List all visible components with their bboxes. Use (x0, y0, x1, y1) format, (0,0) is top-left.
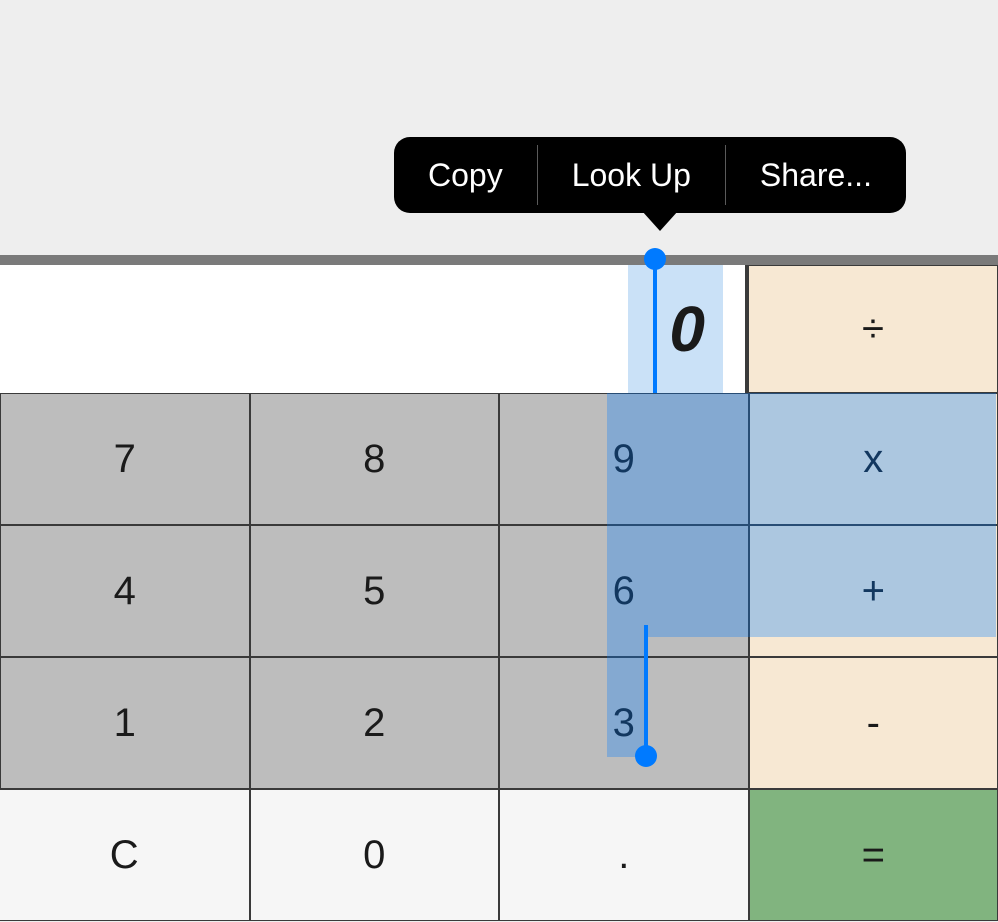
keypad: 7 8 9 x 4 5 6 + 1 2 3 - C 0 . = (0, 393, 998, 921)
digit-2-button[interactable]: 2 (250, 657, 500, 789)
selection-handle-start[interactable] (644, 248, 666, 270)
selection-handle-line (644, 625, 648, 755)
digit-4-button[interactable]: 4 (0, 525, 250, 657)
calculator-display[interactable]: 0 (0, 265, 748, 393)
digit-7-button[interactable]: 7 (0, 393, 250, 525)
digit-8-button[interactable]: 8 (250, 393, 500, 525)
multiply-button[interactable]: x (749, 393, 998, 525)
decimal-button[interactable]: . (499, 789, 749, 921)
context-menu-share[interactable]: Share... (726, 137, 906, 213)
context-menu-copy[interactable]: Copy (394, 137, 537, 213)
display-value: 0 (669, 292, 705, 366)
digit-0-button[interactable]: 0 (250, 789, 500, 921)
minus-button[interactable]: - (749, 657, 998, 789)
equals-button[interactable]: = (749, 789, 998, 921)
digit-1-button[interactable]: 1 (0, 657, 250, 789)
selection-handle-line (653, 258, 657, 393)
selection-handle-end[interactable] (635, 745, 657, 767)
clear-button[interactable]: C (0, 789, 250, 921)
digit-9-button[interactable]: 9 (499, 393, 749, 525)
digit-5-button[interactable]: 5 (250, 525, 500, 657)
popover-arrow-icon (642, 211, 678, 231)
calculator: 0 ÷ 7 8 9 x 4 5 6 + 1 2 3 - C 0 . = (0, 265, 998, 921)
context-menu: Copy Look Up Share... (394, 137, 906, 213)
digit-6-button[interactable]: 6 (499, 525, 749, 657)
page-background (0, 0, 998, 255)
digit-3-button[interactable]: 3 (499, 657, 749, 789)
plus-button[interactable]: + (749, 525, 998, 657)
separator-bar (0, 255, 998, 265)
context-menu-lookup[interactable]: Look Up (538, 137, 725, 213)
divide-button[interactable]: ÷ (748, 265, 998, 393)
